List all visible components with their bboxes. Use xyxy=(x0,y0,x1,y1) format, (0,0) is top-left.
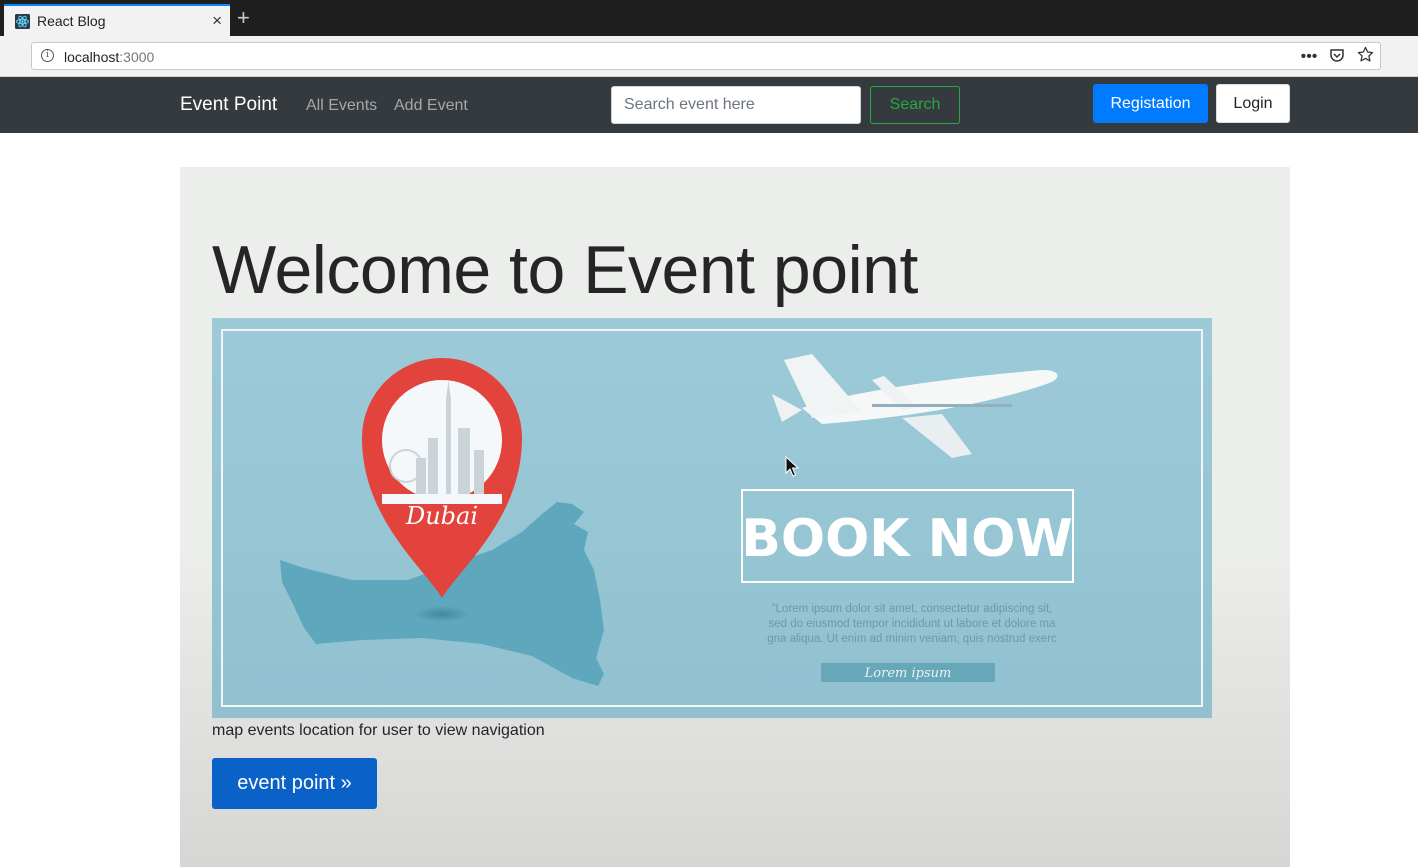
url-text[interactable]: localhost:3000 xyxy=(64,49,154,65)
url-actions: ••• xyxy=(1300,46,1374,68)
hero-banner-image: Dubai BOOK NOW "Lorem ipsum dolor sit am… xyxy=(212,318,1212,718)
event-point-button[interactable]: event point » xyxy=(212,758,377,809)
tab-close-icon[interactable]: × xyxy=(212,11,222,31)
banner-lorem-line: "Lorem ipsum dolor sit amet, consectetur… xyxy=(772,603,1053,615)
book-now-text: BOOK NOW xyxy=(741,509,1073,569)
new-tab-icon[interactable]: + xyxy=(237,6,250,30)
site-info-icon[interactable]: i xyxy=(41,49,54,62)
mouse-cursor-icon xyxy=(785,456,799,477)
banner-lorem-button: Lorem ipsum xyxy=(864,666,952,681)
site-navbar: Event Point All Events Add Event Search … xyxy=(0,77,1418,133)
address-bar[interactable]: i localhost:3000 ••• xyxy=(31,42,1381,70)
search-input[interactable] xyxy=(611,86,861,124)
jumbotron: Welcome to Event point Dubai BOOK NOW "L… xyxy=(180,167,1290,867)
banner-lorem-line: sed do eiusmod tempor incididunt ut labo… xyxy=(768,618,1056,630)
registration-button[interactable]: Registation xyxy=(1093,84,1208,123)
navbar-brand[interactable]: Event Point xyxy=(180,94,277,116)
browser-tab[interactable]: React Blog × xyxy=(4,4,230,36)
browser-toolbar: i localhost:3000 ••• xyxy=(0,36,1418,77)
nav-link-all-events[interactable]: All Events xyxy=(306,97,377,115)
react-favicon-icon xyxy=(15,14,30,29)
bookmark-star-icon[interactable] xyxy=(1356,46,1374,68)
search-button[interactable]: Search xyxy=(870,86,960,124)
banner-lorem-line: gna aliqua. Ut enim ad minim veniam, qui… xyxy=(767,633,1057,645)
browser-tab-bar: React Blog × + xyxy=(0,0,1418,36)
page-title: Welcome to Event point xyxy=(212,232,918,308)
pocket-icon[interactable] xyxy=(1328,47,1346,68)
more-icon[interactable]: ••• xyxy=(1300,48,1318,66)
tab-title: React Blog xyxy=(37,13,106,29)
pin-city-label: Dubai xyxy=(405,502,478,530)
login-button[interactable]: Login xyxy=(1216,84,1290,123)
banner-caption: map events location for user to view nav… xyxy=(212,722,545,739)
nav-link-add-event[interactable]: Add Event xyxy=(394,97,468,115)
